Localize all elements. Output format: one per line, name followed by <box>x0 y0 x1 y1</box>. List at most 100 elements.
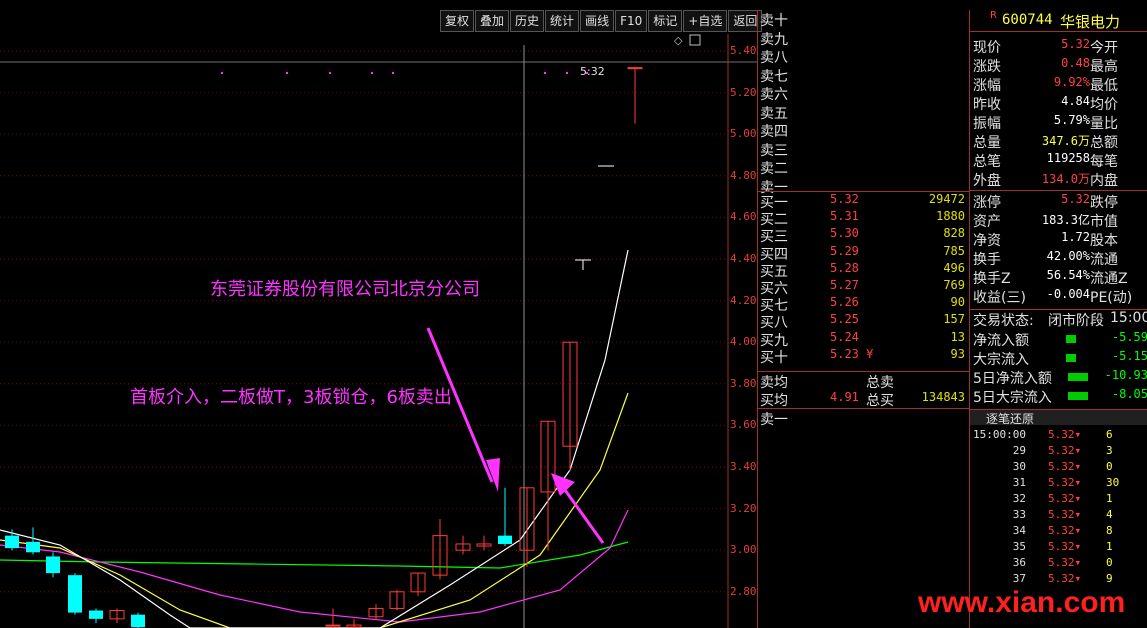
quote-value: 347.6万 <box>1041 134 1090 148</box>
tick-time: 15:00:00 <box>973 428 1026 441</box>
flow-value: -5.15 <box>1111 349 1147 363</box>
tick-volume: 30 <box>1106 476 1120 489</box>
buy-level-price: 5.29 <box>830 243 859 258</box>
diamond-icon: ◇ <box>674 34 683 47</box>
moving-average-line <box>0 249 629 628</box>
quote-key: 流通 <box>1090 252 1118 268</box>
toolbar-button-4[interactable]: 画线 <box>580 10 615 32</box>
quote-key: 昨收 <box>973 97 1001 113</box>
buy-level-volume: 1880 <box>936 209 965 224</box>
sell-level-row: 卖七 <box>758 66 969 85</box>
buy-level-row: 买四 5.29 785 <box>758 244 969 263</box>
y-tick-label: 4.40 <box>730 252 757 265</box>
quote-key: 换手Z <box>973 271 1011 287</box>
toolbar-button-6[interactable]: 标记 <box>648 10 683 32</box>
candle-body <box>5 535 19 549</box>
quote-key: 量比 <box>1090 116 1118 132</box>
tick-volume: 8 <box>1106 524 1113 537</box>
quote-row: 外盘 134.0万 内盘 <box>970 170 1147 189</box>
signal-dot <box>285 71 289 75</box>
signal-dot <box>565 71 569 75</box>
tick-time: 32 <box>1012 492 1026 505</box>
flow-label: 大宗流入 <box>973 352 1029 368</box>
candle-body <box>498 535 512 544</box>
quote-key: 净资 <box>973 233 1001 249</box>
quote-key: 振幅 <box>973 116 1001 132</box>
buy-level-row: 买六 5.27 769 <box>758 278 969 297</box>
buy-avg-row: 买均 4.91 总买 134843 <box>758 390 969 409</box>
broker-annotation: 东莞证券股份有限公司北京分公司 <box>210 279 480 300</box>
toolbar-button-5[interactable]: F10 <box>615 10 648 32</box>
quote-row: 总笔 119258 每笔 <box>970 151 1147 170</box>
sell-avg-row: 卖均 总卖 <box>758 372 969 391</box>
trade-status-value: 闭市阶段 <box>1048 313 1104 329</box>
tick-time: 37 <box>1012 572 1026 585</box>
quote-key: 资产 <box>973 214 1001 230</box>
tick-price: 5.32▾ <box>1048 444 1082 457</box>
sell-level-row: 卖九 <box>758 29 969 48</box>
watermark: www.xian.com <box>918 586 1126 619</box>
tick-volume: 1 <box>1106 540 1113 553</box>
toolbar-button-0[interactable]: 复权 <box>440 10 475 32</box>
sell-level-label: 卖八 <box>760 50 788 66</box>
tick-time: 33 <box>1012 508 1026 521</box>
quote-row: 换手 42.00% 流通 <box>970 249 1147 268</box>
sell-level-label: 卖六 <box>760 87 788 103</box>
buy-level-price: 5.27 <box>830 278 859 292</box>
y-tick-label: 3.60 <box>730 418 757 432</box>
quote-value: 5.32 <box>1061 192 1090 206</box>
toolbar-button-1[interactable]: 叠加 <box>475 10 510 32</box>
tick-list-header[interactable]: 逐笔还原 <box>970 409 1147 426</box>
y-tick-label: 3.00 <box>730 543 757 557</box>
flow-label: 净流入额 <box>973 333 1029 349</box>
toolbar-button-3[interactable]: 统计 <box>545 10 580 32</box>
tick-volume: 0 <box>1106 556 1113 569</box>
quote-row: 资产 183.3亿 市值 <box>970 211 1147 230</box>
buy-level-volume: 29472 <box>928 192 965 206</box>
quote-row: 净资 1.72 股本 <box>970 230 1147 249</box>
tick-price: 5.32▾ <box>1048 540 1082 553</box>
quote-key: 流通Z <box>1090 271 1128 287</box>
candle-body <box>325 624 341 627</box>
kline-chart[interactable]: ◇ <box>0 0 757 628</box>
buy-avg-label: 买均 <box>760 393 788 409</box>
buy-level-row: 买五 5.28 496 <box>758 261 969 280</box>
stock-code: 600744 <box>1002 12 1053 28</box>
sell-level-row: 卖二 <box>758 158 969 177</box>
toolbar-button-2[interactable]: 历史 <box>510 10 545 32</box>
quote-key: 涨幅 <box>973 78 1001 94</box>
y-tick-label: 3.20 <box>730 501 757 515</box>
flow-row: 净流入额 -5.59 <box>970 330 1147 349</box>
arrow-line <box>558 482 605 544</box>
tick-row: 29 5.32▾ 3 <box>970 444 1147 460</box>
buy-level-price: 5.30 <box>830 226 859 241</box>
y-tick-label: 4.80 <box>730 168 757 182</box>
tick-time: 31 <box>1012 476 1026 489</box>
sell-level-row: 卖四 <box>758 121 969 140</box>
tick-volume: 6 <box>1106 428 1113 441</box>
tick-price: 5.32▾ <box>1048 556 1082 569</box>
cursor-label: 5:32 <box>580 65 605 78</box>
quote-key: 均价 <box>1090 97 1118 113</box>
quote-value: -0.004 <box>1046 287 1090 301</box>
quote-key: 最低 <box>1090 78 1118 94</box>
sell-level-row: 卖六 <box>758 84 969 103</box>
flow-bar <box>1066 335 1076 343</box>
tick-row: 30 5.32▾ 0 <box>970 460 1147 476</box>
tick-time: 36 <box>1012 556 1026 569</box>
quote-value: 1.72 <box>1061 230 1090 244</box>
toolbar-button-7[interactable]: +自选 <box>683 10 728 32</box>
buy-level-volume: 93 <box>950 346 965 361</box>
quote-value: 4.84 <box>1061 94 1090 108</box>
quote-key: 市值 <box>1090 214 1118 230</box>
sell-level-row: 卖五 <box>758 103 969 122</box>
sell-level-row: 卖三 <box>758 140 969 159</box>
quote-key: 股本 <box>1090 233 1118 249</box>
quote-row: 涨跌 0.48 最高 <box>970 56 1147 75</box>
quote-row: 现价 5.32 今开 <box>970 37 1147 56</box>
candle-body <box>131 614 145 628</box>
tick-time: 34 <box>1012 524 1026 537</box>
flow-value: -10.93 <box>1104 368 1147 382</box>
flow-value: -5.59 <box>1111 330 1147 344</box>
trade-time: 15:00 <box>1110 310 1147 326</box>
